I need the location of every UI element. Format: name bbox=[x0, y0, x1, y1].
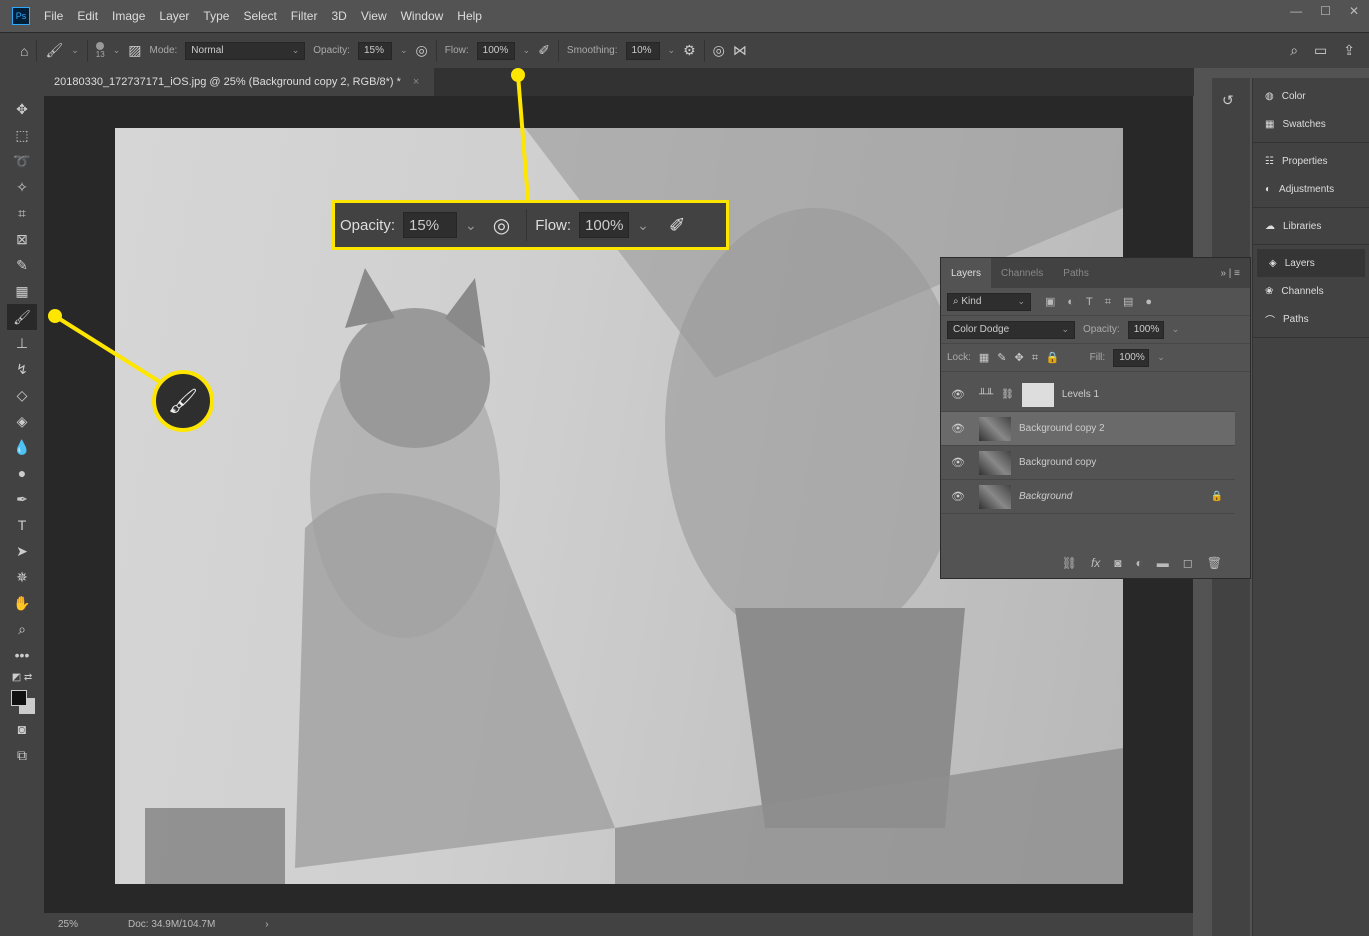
brush-icon: 🖌 bbox=[167, 387, 199, 415]
brush-tool-callout: 🖌 bbox=[152, 370, 214, 432]
opacity-flow-callout: Opacity: 15% ⌄ ◎ Flow: 100% ⌄ ✐ bbox=[332, 200, 729, 250]
pressure-opacity-icon: ◎ bbox=[492, 214, 511, 237]
callout-lines bbox=[48, 68, 530, 384]
airbrush-icon: ✐ bbox=[668, 214, 686, 237]
